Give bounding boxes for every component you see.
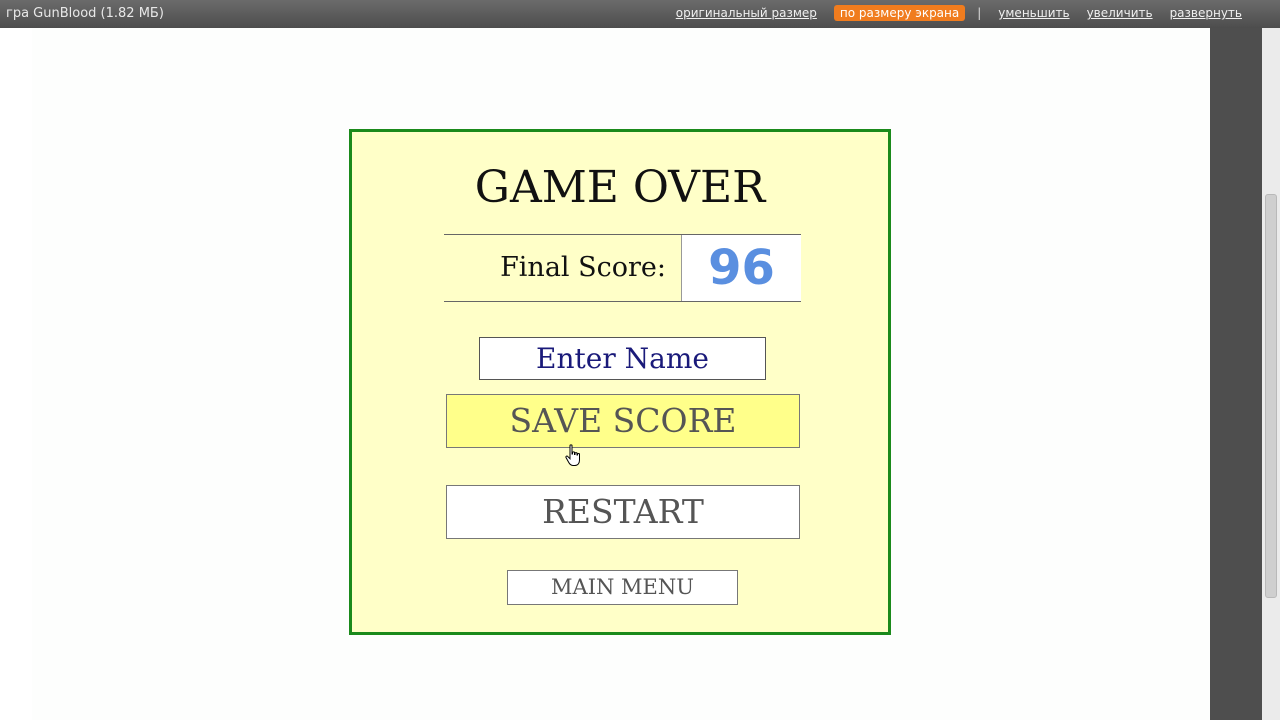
window-title: гра GunBlood (1.82 МБ) [6, 6, 164, 21]
top-bar: гра GunBlood (1.82 МБ) оригинальный разм… [0, 0, 1280, 28]
expand-link[interactable]: развернуть [1170, 6, 1242, 20]
game-over-title: GAME OVER [474, 162, 766, 213]
original-size-link[interactable]: оригинальный размер [676, 6, 817, 20]
left-strip [0, 28, 32, 720]
restart-button[interactable]: RESTART [446, 485, 800, 539]
zoom-toolbar: оригинальный размер по размеру экрана | … [659, 5, 1242, 21]
hand-cursor-icon [565, 444, 580, 466]
zoom-out-link[interactable]: уменьшить [998, 6, 1069, 20]
fit-screen-button[interactable]: по размеру экрана [833, 5, 966, 21]
toolbar-separator: | [977, 6, 982, 20]
save-score-button[interactable]: SAVE SCORE [446, 394, 800, 448]
game-over-panel: GAME OVER Final Score: 96 Enter Name SAV… [349, 129, 891, 635]
final-score-row: Final Score: 96 [444, 234, 801, 302]
main-menu-button[interactable]: MAIN MENU [507, 570, 738, 605]
vertical-scrollbar[interactable] [1262, 28, 1280, 720]
final-score-label: Final Score: [500, 252, 666, 283]
right-gap [1210, 28, 1262, 720]
zoom-in-link[interactable]: увеличить [1087, 6, 1153, 20]
name-input[interactable]: Enter Name [479, 337, 766, 380]
final-score-value: 96 [681, 235, 801, 301]
scrollbar-thumb[interactable] [1265, 194, 1277, 598]
